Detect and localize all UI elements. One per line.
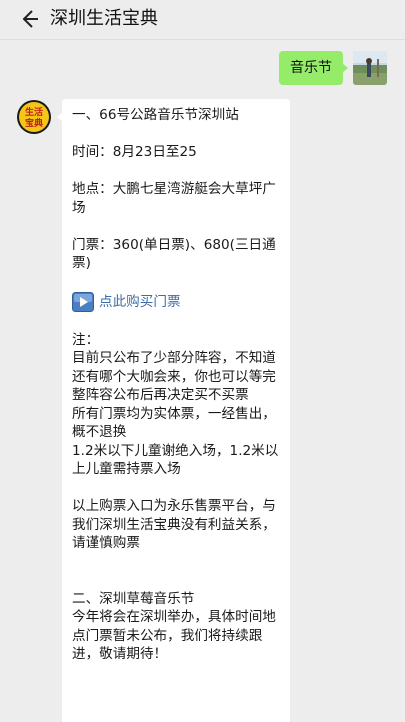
event-time: 时间：8月23日至25: [72, 144, 197, 160]
buy-ticket-link[interactable]: 点此购买门票: [72, 292, 282, 312]
note-lineup: 目前只公布了少部分阵容，不知道还有哪个大咖会来，你也可以等完整阵容公布后再决定买…: [72, 350, 276, 403]
play-icon: [72, 292, 94, 312]
user-avatar-image: [353, 51, 387, 85]
bot-avatar[interactable]: 生活 宝典: [16, 99, 52, 135]
user-message-bubble: 音乐节: [279, 51, 348, 85]
back-arrow-icon[interactable]: [18, 8, 40, 30]
note-children: 1.2米以下儿童谢绝入场，1.2米以上儿童需持票入场: [72, 442, 279, 478]
note-refund: 所有门票均为实体票，一经售出，概不退换: [72, 405, 276, 441]
buy-ticket-label[interactable]: 点此购买门票: [99, 293, 181, 312]
svg-text:生活: 生活: [25, 106, 43, 118]
user-avatar[interactable]: [353, 51, 387, 85]
disclaimer: 以上购票入口为永乐售票平台，与我们深圳生活宝典没有利益关系，请谨慎购票: [72, 498, 276, 551]
event-location: 地点：大鹏七星湾游艇会大草坪广场: [72, 181, 276, 216]
section1-title: 一、66号公路音乐节深圳站: [72, 107, 239, 123]
svg-text:宝典: 宝典: [25, 117, 43, 129]
note-label: 注：: [72, 331, 100, 348]
top-bar: 深圳生活宝典: [0, 0, 405, 40]
section2-title: 二、深圳草莓音乐节: [72, 590, 195, 607]
section2-body: 今年将会在深圳举办，具体时间地点门票暂未公布，我们将持续跟进，敬请期待！: [72, 609, 276, 662]
bot-logo-icon: 生活 宝典: [17, 100, 51, 134]
bot-reply-bubble: 一、66号公路音乐节深圳站 时间：8月23日至25 地点：大鹏七星湾游艇会大草坪…: [57, 99, 290, 722]
event-tickets: 门票：360(单日票)、680(三日通票): [72, 236, 276, 272]
chat-title: 深圳生活宝典: [50, 8, 158, 29]
